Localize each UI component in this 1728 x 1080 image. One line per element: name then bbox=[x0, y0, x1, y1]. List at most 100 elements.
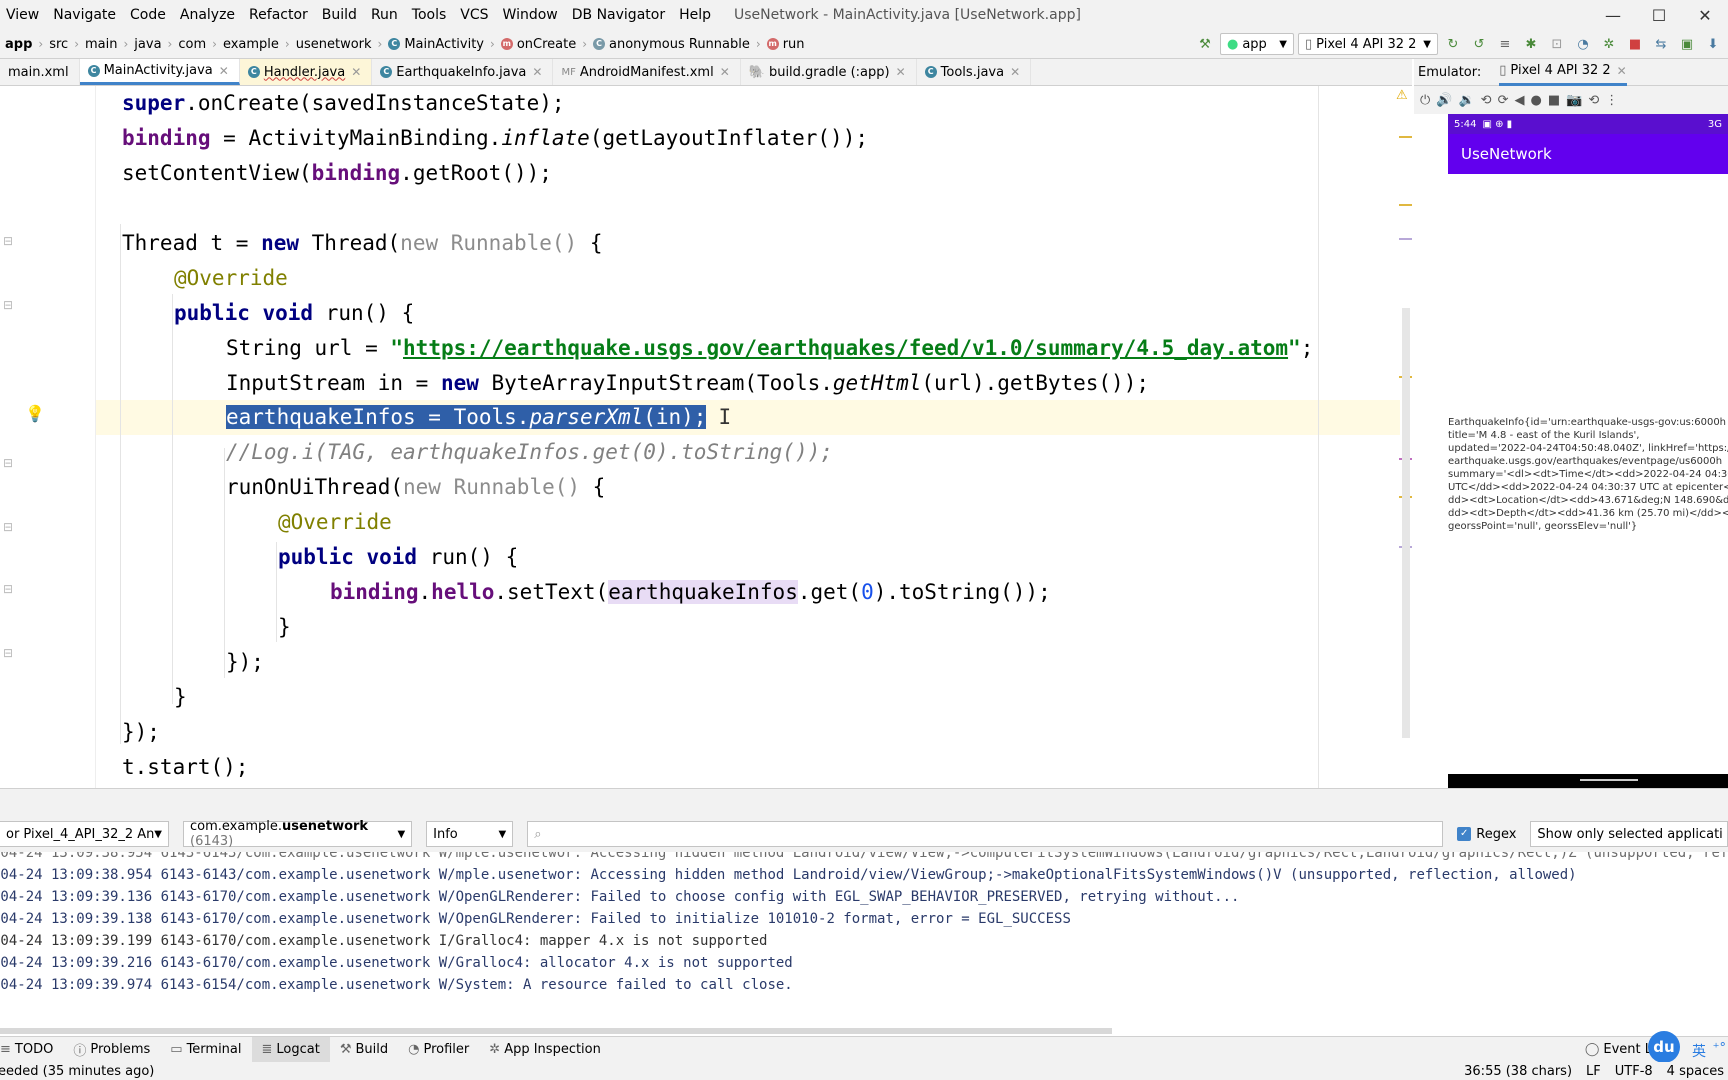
close-tab-icon[interactable]: ✕ bbox=[532, 65, 542, 79]
logcat-process-select[interactable]: com.example.usenetwork (6143) ▼ bbox=[183, 819, 413, 849]
maximize-icon[interactable]: ☐ bbox=[1636, 6, 1682, 25]
tab-androidmanifest[interactable]: MF AndroidManifest.xml ✕ bbox=[553, 59, 741, 85]
gesture-handle[interactable] bbox=[1580, 779, 1638, 781]
tab-build-gradle[interactable]: 🐘 build.gradle (:app) ✕ bbox=[741, 59, 917, 85]
breadcrumb-java[interactable]: java bbox=[134, 37, 161, 52]
attach-debugger-icon[interactable]: ⊡ bbox=[1546, 33, 1568, 55]
logcat-level-select[interactable]: Info ▼ bbox=[426, 821, 514, 847]
rotate-left-icon[interactable]: ⟲ bbox=[1481, 93, 1492, 108]
baidu-ime-icon[interactable]: du bbox=[1648, 1031, 1680, 1063]
breadcrumb-usenetwork[interactable]: usenetwork bbox=[296, 37, 372, 52]
error-stripe-mark[interactable] bbox=[1399, 204, 1412, 206]
breadcrumb-app[interactable]: app bbox=[5, 37, 32, 52]
debug-icon[interactable]: ✱ bbox=[1520, 33, 1542, 55]
power-icon[interactable]: ⏻ bbox=[1420, 93, 1430, 108]
minimize-icon[interactable]: — bbox=[1590, 6, 1636, 25]
tab-todo[interactable]: ≡ TODO bbox=[0, 1037, 63, 1063]
tab-earthquakeinfo[interactable]: C EarthquakeInfo.java ✕ bbox=[372, 59, 554, 85]
ime-language-icon[interactable]: 英 bbox=[1692, 1041, 1706, 1061]
device-manager-icon[interactable]: ▣ bbox=[1676, 33, 1698, 55]
close-tab-icon[interactable]: ✕ bbox=[1617, 64, 1627, 78]
menu-help[interactable]: Help bbox=[672, 7, 718, 23]
menu-view[interactable]: View bbox=[0, 7, 46, 23]
menu-tools[interactable]: Tools bbox=[405, 7, 454, 23]
file-encoding[interactable]: UTF-8 bbox=[1615, 1064, 1653, 1079]
profile-icon[interactable]: ◔ bbox=[1572, 33, 1594, 55]
caret-position[interactable]: 36:55 (38 chars) bbox=[1464, 1064, 1572, 1079]
tab-app-inspection[interactable]: ✲ App Inspection bbox=[479, 1037, 611, 1063]
menu-build[interactable]: Build bbox=[315, 7, 364, 23]
menu-window[interactable]: Window bbox=[496, 7, 565, 23]
ime-settings-icon[interactable]: ⁺° bbox=[1713, 1041, 1726, 1056]
logcat-device-select[interactable]: or Pixel_4_API_32_2 Andrc▼ bbox=[0, 821, 169, 847]
status-message[interactable]: eeded (35 minutes ago) bbox=[0, 1064, 154, 1079]
more-icon[interactable]: ⋮ bbox=[1605, 93, 1618, 108]
coverage-icon[interactable]: ≡ bbox=[1494, 33, 1516, 55]
error-stripe-mark[interactable] bbox=[1399, 136, 1412, 138]
close-tab-icon[interactable]: ✕ bbox=[1010, 65, 1020, 79]
attach-process-icon[interactable]: ✲ bbox=[1598, 33, 1620, 55]
overview-icon[interactable]: ■ bbox=[1548, 93, 1560, 108]
line-separator[interactable]: LF bbox=[1586, 1064, 1601, 1079]
emulator-device-tab[interactable]: ▯ Pixel 4 API 32 2 ✕ bbox=[1499, 59, 1627, 86]
sdk-manager-icon[interactable]: ⬇ bbox=[1702, 33, 1724, 55]
snapshot-icon[interactable]: ⟲ bbox=[1588, 93, 1599, 108]
stop-icon[interactable]: ■ bbox=[1624, 33, 1646, 55]
breadcrumb-anonymous-runnable[interactable]: anonymous Runnable bbox=[609, 37, 750, 52]
breadcrumb-src[interactable]: src bbox=[49, 37, 68, 52]
apply-changes-restart-icon[interactable]: ↻ bbox=[1442, 33, 1464, 55]
logcat-horizontal-scrollbar[interactable] bbox=[0, 1028, 1112, 1034]
code-editor[interactable]: 💡 ⊟ ⊟ ⊟ ⊟ ⊟ ⊟ super.onCreate(savedInstan… bbox=[0, 86, 1412, 788]
menu-analyze[interactable]: Analyze bbox=[173, 7, 242, 23]
menu-run[interactable]: Run bbox=[364, 7, 405, 23]
breadcrumb-mainactivity[interactable]: MainActivity bbox=[404, 37, 484, 52]
sync-gradle-icon[interactable]: ⇆ bbox=[1650, 33, 1672, 55]
logcat-output[interactable]: -04-24 13:09:38.954 6143-6143/com.exampl… bbox=[0, 852, 1728, 1028]
device-select[interactable]: ▯ Pixel 4 API 32 2 ▼ bbox=[1298, 33, 1438, 55]
close-tab-icon[interactable]: ✕ bbox=[351, 65, 361, 79]
volume-down-icon[interactable]: 🔉 bbox=[1458, 93, 1474, 108]
tab-tools[interactable]: C Tools.java ✕ bbox=[917, 59, 1032, 85]
tab-profiler[interactable]: ◔ Profiler bbox=[398, 1037, 479, 1063]
regex-checkbox[interactable]: ✓ Regex bbox=[1457, 827, 1516, 842]
logcat-search-input[interactable]: ⌕ bbox=[527, 821, 1444, 847]
menu-refactor[interactable]: Refactor bbox=[242, 7, 315, 23]
apply-code-changes-icon[interactable]: ↺ bbox=[1468, 33, 1490, 55]
breadcrumb-com[interactable]: com bbox=[178, 37, 206, 52]
close-tab-icon[interactable]: ✕ bbox=[720, 65, 730, 79]
emulator-screen[interactable]: 5:44 ▣ ⊕ ▮ 3G UseNetwork EarthquakeInfo{… bbox=[1448, 114, 1728, 788]
hammer-build-icon[interactable]: ⚒ bbox=[1194, 33, 1216, 55]
indent-setting[interactable]: 4 spaces bbox=[1667, 1064, 1724, 1079]
tab-logcat[interactable]: ≣ Logcat bbox=[251, 1036, 330, 1063]
volume-up-icon[interactable]: 🔊 bbox=[1436, 93, 1452, 108]
tab-main-xml[interactable]: main.xml bbox=[0, 59, 80, 85]
menu-navigate[interactable]: Navigate bbox=[46, 7, 123, 23]
error-stripe-mark[interactable] bbox=[1399, 238, 1412, 240]
breadcrumb-main[interactable]: main bbox=[85, 37, 117, 52]
url-link[interactable]: https://earthquake.usgs.gov/earthquakes/… bbox=[403, 336, 1288, 360]
breadcrumb-run[interactable]: run bbox=[783, 37, 805, 52]
menu-db-navigator[interactable]: DB Navigator bbox=[565, 7, 672, 23]
run-config-select[interactable]: ● app ▼ bbox=[1220, 33, 1294, 55]
tab-build[interactable]: ⚒ Build bbox=[330, 1037, 398, 1063]
selected-text[interactable]: earthquakeInfos = Tools.parserXml(in); bbox=[226, 405, 707, 429]
logcat-filter-select[interactable]: Show only selected applicati bbox=[1530, 821, 1728, 847]
tab-handler[interactable]: C Handler.java ✕ bbox=[239, 59, 373, 85]
breadcrumb-example[interactable]: example bbox=[223, 37, 279, 52]
menu-vcs[interactable]: VCS bbox=[453, 7, 495, 23]
tab-mainactivity[interactable]: C MainActivity.java ✕ bbox=[79, 59, 240, 85]
breadcrumb-oncreate[interactable]: onCreate bbox=[517, 37, 576, 52]
close-icon[interactable]: ✕ bbox=[1682, 6, 1728, 25]
close-tab-icon[interactable]: ✕ bbox=[896, 65, 906, 79]
home-icon[interactable]: ● bbox=[1530, 93, 1541, 108]
screenshot-icon[interactable]: 📷 bbox=[1566, 93, 1582, 108]
logcat-icon: ≣ bbox=[261, 1042, 273, 1057]
menu-code[interactable]: Code bbox=[123, 7, 173, 23]
rotate-right-icon[interactable]: ⟳ bbox=[1498, 93, 1509, 108]
close-tab-icon[interactable]: ✕ bbox=[219, 64, 229, 78]
back-icon[interactable]: ◀ bbox=[1514, 93, 1524, 108]
warning-icon[interactable]: ⚠ bbox=[1396, 88, 1408, 103]
editor-scrollbar[interactable] bbox=[1402, 308, 1410, 738]
tab-terminal[interactable]: ▭ Terminal bbox=[160, 1037, 251, 1063]
tab-problems[interactable]: ⓘ Problems bbox=[63, 1037, 160, 1063]
